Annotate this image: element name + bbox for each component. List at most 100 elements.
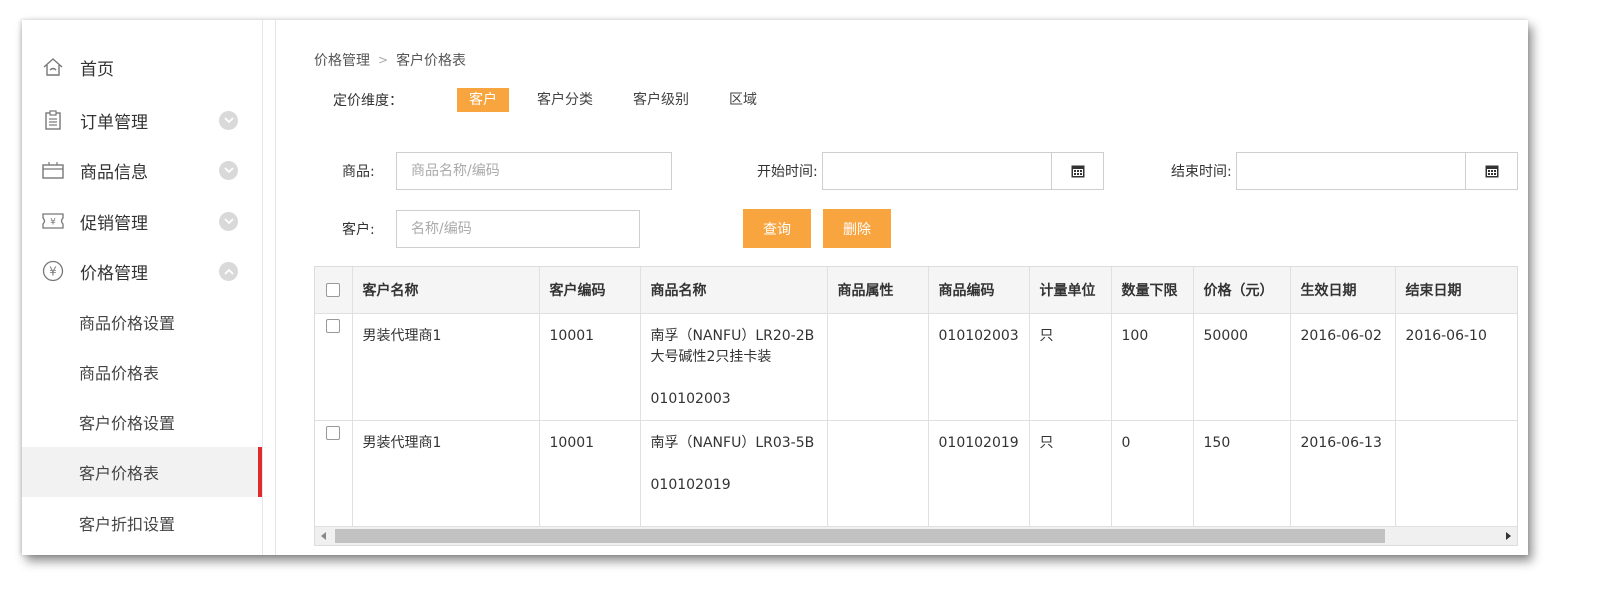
product-name-code: 010102003 — [650, 390, 731, 407]
svg-text:¥: ¥ — [49, 265, 57, 279]
sidebar-subitem-product-price-settings[interactable]: 商品价格设置 — [22, 297, 262, 347]
chevron-down-icon[interactable] — [219, 211, 238, 231]
sidebar-item-label: 订单管理 — [80, 112, 148, 133]
product-name-code: 010102019 — [650, 476, 731, 493]
cell-customer-code: 10001 — [539, 420, 641, 528]
row-select-cell — [315, 420, 353, 528]
sidebar-divider — [262, 20, 276, 555]
sidebar-item-label: 促销管理 — [80, 213, 148, 234]
breadcrumb-parent[interactable]: 价格管理 — [314, 50, 370, 70]
sidebar-subitem-label: 商品价格表 — [79, 364, 160, 383]
price-table: 客户名称 客户编码 商品名称 商品属性 商品编码 计量单位 数量下限 价格（元）… — [314, 266, 1518, 546]
sidebar-subitem-product-price-list[interactable]: 商品价格表 — [22, 347, 262, 397]
column-header: 商品属性 — [827, 267, 929, 314]
pricing-dimension-label: 定价维度： — [333, 93, 403, 109]
start-time-input[interactable] — [822, 152, 1052, 190]
scroll-right-icon[interactable] — [1499, 527, 1517, 545]
cell-price: 50000 — [1193, 313, 1291, 421]
app-window: 首页 订单管理 商品信息 ¥ 促销管理 ¥ 价格管理 商品价格设置 商品价格表 … — [22, 20, 1528, 555]
breadcrumb-separator: > — [378, 53, 389, 67]
sidebar-subitem-label: 客户价格表 — [79, 464, 160, 483]
chevron-down-icon[interactable] — [219, 110, 238, 130]
ticket-icon: ¥ — [42, 210, 64, 232]
calendar-icon[interactable] — [1466, 152, 1518, 190]
box-icon — [42, 159, 64, 181]
end-time-label: 结束时间: — [1171, 164, 1232, 180]
cell-end-date: 2016-06-10 — [1395, 313, 1517, 421]
column-header: 生效日期 — [1290, 267, 1396, 314]
cell-min-qty: 100 — [1111, 313, 1194, 421]
table-header-row: 客户名称 客户编码 商品名称 商品属性 商品编码 计量单位 数量下限 价格（元）… — [315, 267, 1517, 314]
cell-product-attr — [827, 420, 929, 528]
sidebar-item-products[interactable]: 商品信息 — [22, 145, 262, 195]
row-checkbox[interactable] — [326, 425, 341, 440]
cell-start-date: 2016-06-13 — [1290, 420, 1396, 528]
cell-product-code: 010102019 — [928, 420, 1030, 528]
sidebar-subitem-customer-price-settings[interactable]: 客户价格设置 — [22, 397, 262, 447]
table-row: 男装代理商1 10001 南孚（NANFU）LR03-5B 010102019 … — [315, 420, 1517, 528]
row-select-cell — [315, 313, 353, 421]
column-header: 计量单位 — [1029, 267, 1112, 314]
cell-product-attr — [827, 313, 929, 421]
cell-start-date: 2016-06-02 — [1290, 313, 1396, 421]
column-header: 客户名称 — [352, 267, 540, 314]
cell-unit: 只 — [1029, 420, 1112, 528]
sidebar-subitem-label: 客户价格设置 — [79, 414, 176, 433]
clipboard-icon — [42, 109, 64, 131]
main-content: 价格管理 > 客户价格表 定价维度： 客户 客户分类 客户级别 区域 商品: 开… — [276, 20, 1528, 555]
sidebar-item-home[interactable]: 首页 — [22, 42, 262, 92]
product-filter-label: 商品: — [342, 164, 375, 180]
tab-region[interactable]: 区域 — [717, 88, 769, 112]
column-header: 商品名称 — [640, 267, 828, 314]
horizontal-scrollbar[interactable] — [315, 526, 1517, 545]
row-checkbox[interactable] — [326, 318, 341, 333]
cell-customer-name: 男装代理商1 — [352, 420, 540, 528]
product-name-text: 南孚（NANFU）LR03-5B — [650, 434, 815, 451]
cell-product-name: 南孚（NANFU）LR20-2B 大号碱性2只挂卡装 010102003 — [640, 313, 828, 421]
customer-search-input[interactable] — [396, 210, 640, 248]
select-all-cell — [315, 267, 353, 314]
sidebar-subitem-label: 客户折扣设置 — [79, 515, 176, 534]
breadcrumb: 价格管理 > 客户价格表 — [314, 50, 466, 70]
scrollbar-thumb[interactable] — [335, 529, 1385, 543]
sidebar-item-orders[interactable]: 订单管理 — [22, 95, 262, 145]
column-header: 结束日期 — [1395, 267, 1517, 314]
tab-customer-level[interactable]: 客户级别 — [621, 88, 701, 112]
delete-button[interactable]: 删除 — [823, 209, 891, 248]
home-icon — [42, 56, 64, 78]
sidebar-subitem-label: 商品价格设置 — [79, 314, 176, 333]
query-button[interactable]: 查询 — [743, 209, 811, 248]
scroll-left-icon[interactable] — [315, 527, 333, 545]
sidebar-item-promotions[interactable]: ¥ 促销管理 — [22, 196, 262, 246]
cell-price: 150 — [1193, 420, 1291, 528]
yen-icon: ¥ — [42, 260, 64, 282]
breadcrumb-current: 客户价格表 — [396, 53, 467, 69]
select-all-checkbox[interactable] — [326, 282, 341, 297]
sidebar-item-pricing[interactable]: ¥ 价格管理 — [22, 246, 262, 296]
column-header: 价格（元） — [1193, 267, 1291, 314]
sidebar-item-label: 价格管理 — [80, 263, 148, 284]
cell-unit: 只 — [1029, 313, 1112, 421]
sidebar-item-label: 首页 — [80, 59, 114, 80]
cell-product-name: 南孚（NANFU）LR03-5B 010102019 — [640, 420, 828, 528]
cell-customer-name: 男装代理商1 — [352, 313, 540, 421]
end-time-input[interactable] — [1236, 152, 1466, 190]
column-header: 客户编码 — [539, 267, 641, 314]
tab-customer-category[interactable]: 客户分类 — [525, 88, 605, 112]
product-search-input[interactable] — [396, 152, 672, 190]
start-time-label: 开始时间: — [757, 164, 818, 180]
product-name-text: 南孚（NANFU）LR20-2B 大号碱性2只挂卡装 — [650, 327, 815, 365]
chevron-up-icon[interactable] — [219, 261, 238, 281]
cell-end-date — [1395, 420, 1517, 528]
customer-filter-label: 客户: — [342, 222, 375, 238]
tab-customer[interactable]: 客户 — [457, 88, 509, 112]
cell-product-code: 010102003 — [928, 313, 1030, 421]
sidebar-item-label: 商品信息 — [80, 162, 148, 183]
calendar-icon[interactable] — [1052, 152, 1104, 190]
sidebar: 首页 订单管理 商品信息 ¥ 促销管理 ¥ 价格管理 商品价格设置 商品价格表 … — [22, 20, 262, 555]
sidebar-subitem-customer-discount-settings[interactable]: 客户折扣设置 — [22, 498, 262, 548]
column-header: 商品编码 — [928, 267, 1030, 314]
cell-customer-code: 10001 — [539, 313, 641, 421]
sidebar-subitem-customer-price-list[interactable]: 客户价格表 — [22, 447, 262, 497]
chevron-down-icon[interactable] — [219, 160, 238, 180]
